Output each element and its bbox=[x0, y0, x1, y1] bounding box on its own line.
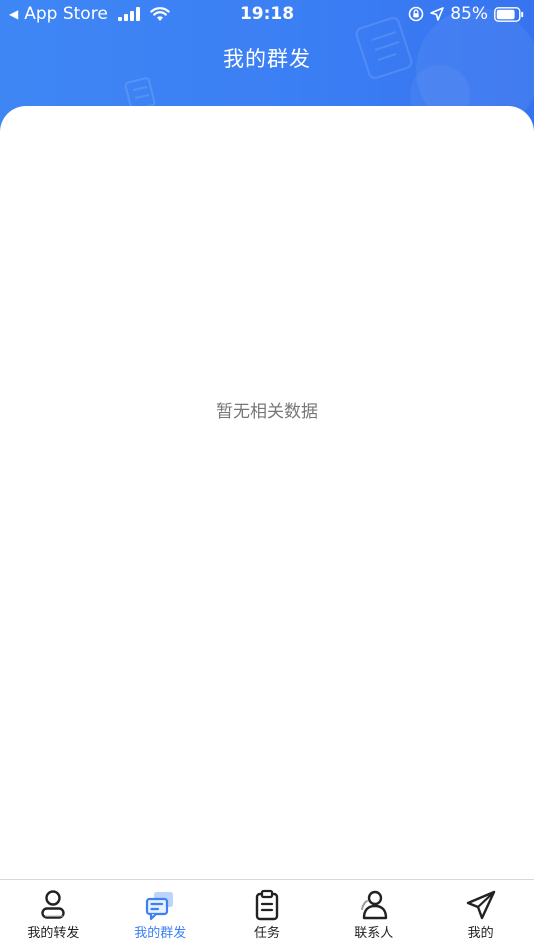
paper-plane-icon bbox=[464, 888, 498, 922]
contacts-icon bbox=[357, 888, 391, 922]
clipboard-icon bbox=[250, 888, 284, 922]
tab-label: 联系人 bbox=[354, 926, 394, 941]
tab-label: 我的群发 bbox=[134, 926, 187, 941]
empty-state-message: 暂无相关数据 bbox=[216, 402, 318, 422]
battery-icon bbox=[494, 6, 524, 22]
tab-contacts[interactable]: 联系人 bbox=[320, 880, 427, 950]
tab-label: 我的转发 bbox=[27, 926, 80, 941]
tab-label: 任务 bbox=[253, 926, 280, 941]
tab-tasks[interactable]: 任务 bbox=[214, 880, 321, 950]
person-icon bbox=[36, 888, 70, 922]
status-bar: ◀ App Store 19:18 85% bbox=[0, 0, 534, 30]
location-icon bbox=[430, 7, 445, 21]
status-right-group: 85% bbox=[408, 4, 524, 24]
page-title: 我的群发 bbox=[223, 47, 311, 71]
content-card bbox=[0, 106, 534, 880]
group-message-icon bbox=[143, 888, 177, 922]
tab-my-forwards[interactable]: 我的转发 bbox=[0, 880, 107, 950]
tab-mine[interactable]: 我的 bbox=[427, 880, 534, 950]
battery-percent: 85% bbox=[450, 4, 488, 24]
bottom-tab-bar: 我的转发 我的群发 任务 联系人 我的 bbox=[0, 879, 534, 950]
tab-my-group-send[interactable]: 我的群发 bbox=[107, 880, 214, 950]
orientation-lock-icon bbox=[408, 6, 424, 22]
tab-label: 我的 bbox=[467, 926, 494, 941]
screen: ◀ App Store 19:18 85% 我的群发 暂无相关数据 我的转发 我… bbox=[0, 0, 534, 950]
